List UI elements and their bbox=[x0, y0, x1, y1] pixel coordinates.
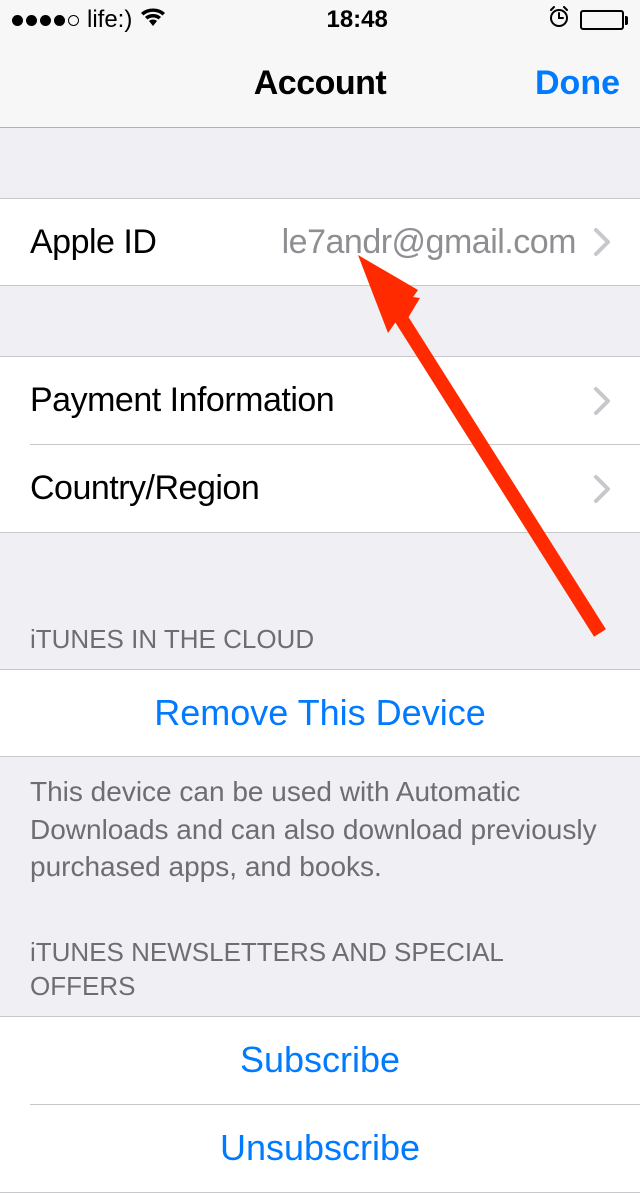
alarm-icon bbox=[548, 6, 570, 35]
status-time: 18:48 bbox=[326, 6, 387, 34]
content: Apple ID le7andr@gmail.com Payment Infor… bbox=[0, 128, 640, 1193]
apple-id-label: Apple ID bbox=[30, 223, 156, 262]
wifi-icon bbox=[140, 6, 166, 34]
apple-id-value: le7andr@gmail.com bbox=[156, 223, 586, 262]
itunes-cloud-footer: This device can be used with Automatic D… bbox=[0, 757, 640, 886]
itunes-cloud-header: iTUNES IN THE CLOUD bbox=[0, 533, 640, 669]
status-left: life:) bbox=[12, 6, 166, 34]
subscribe-label: Subscribe bbox=[240, 1039, 400, 1081]
battery-icon bbox=[580, 10, 628, 30]
chevron-right-icon bbox=[594, 228, 610, 256]
apple-id-row[interactable]: Apple ID le7andr@gmail.com bbox=[0, 198, 640, 286]
page-title: Account bbox=[254, 64, 387, 103]
country-region-row[interactable]: Country/Region bbox=[0, 445, 640, 533]
newsletters-header: iTUNES NEWSLETTERS AND SPECIAL OFFERS bbox=[0, 886, 640, 1016]
carrier-label: life:) bbox=[87, 6, 132, 34]
chevron-right-icon bbox=[594, 475, 610, 503]
navigation-bar: Account Done bbox=[0, 40, 640, 128]
chevron-right-icon bbox=[594, 387, 610, 415]
status-right bbox=[548, 6, 628, 35]
remove-this-device-label: Remove This Device bbox=[154, 692, 485, 734]
signal-strength-icon bbox=[12, 15, 79, 26]
unsubscribe-label: Unsubscribe bbox=[220, 1127, 420, 1169]
subscribe-button[interactable]: Subscribe bbox=[0, 1016, 640, 1104]
done-button[interactable]: Done bbox=[535, 64, 620, 103]
remove-this-device-button[interactable]: Remove This Device bbox=[0, 669, 640, 757]
payment-information-label: Payment Information bbox=[30, 381, 586, 420]
country-region-label: Country/Region bbox=[30, 469, 586, 508]
status-bar: life:) 18:48 bbox=[0, 0, 640, 40]
payment-information-row[interactable]: Payment Information bbox=[0, 356, 640, 444]
unsubscribe-button[interactable]: Unsubscribe bbox=[0, 1105, 640, 1193]
